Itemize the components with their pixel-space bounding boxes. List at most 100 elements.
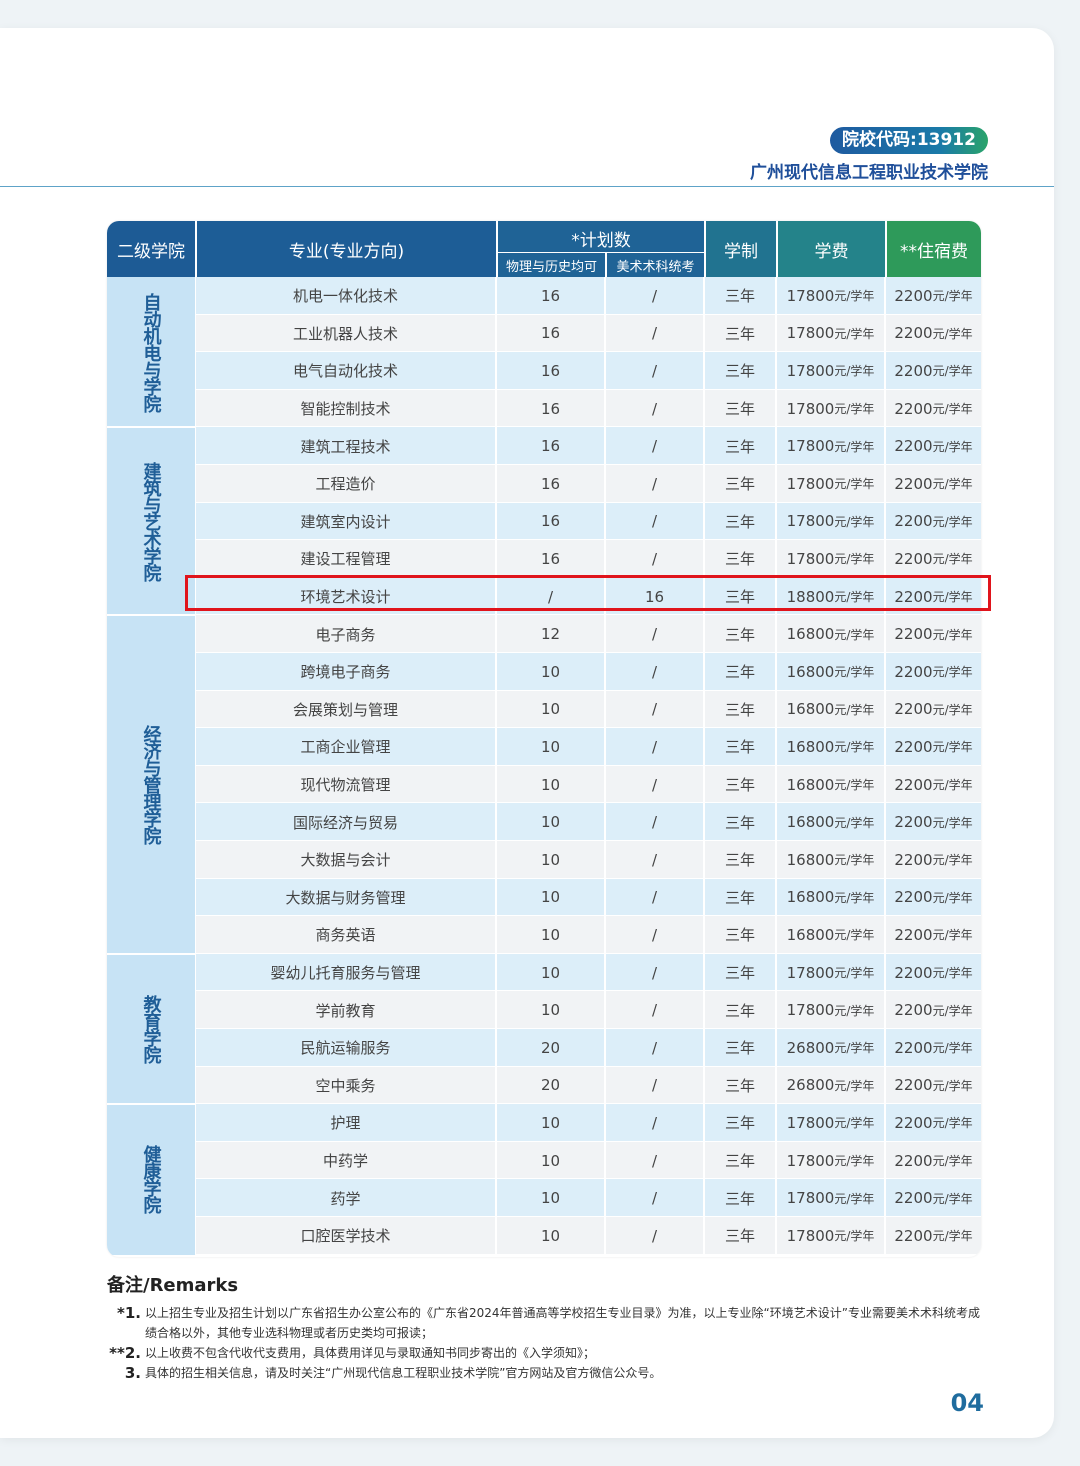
column-divider (495, 1066, 497, 1105)
cell-major: 工程造价 (315, 475, 376, 494)
column-divider (884, 427, 886, 465)
cell-plan-b: / (651, 1151, 658, 1170)
column-divider (703, 1029, 705, 1067)
column-divider (495, 1217, 497, 1255)
cell-duration: 三年 (724, 287, 755, 306)
column-divider (884, 277, 886, 315)
column-divider (703, 653, 705, 691)
column-divider (703, 1104, 705, 1142)
cell-plan-b: / (651, 1189, 658, 1208)
column-divider (703, 953, 705, 992)
cell-duration: 三年 (724, 1039, 755, 1058)
cell-tuition: 16800 元/学年 (786, 850, 875, 869)
table-row: 工程造价 16 / 三年 17800 元/学年 2200 元/学年 (196, 465, 981, 504)
column-divider (884, 314, 886, 353)
column-divider (884, 916, 886, 954)
cell-major: 机电一体化技术 (292, 287, 398, 306)
column-divider (604, 1217, 606, 1255)
cell-plan-a: 10 (540, 700, 561, 719)
cell-plan-a: 16 (540, 474, 561, 493)
column-divider (495, 540, 497, 578)
column-divider (703, 615, 705, 653)
column-divider (775, 615, 777, 653)
column-divider (884, 389, 886, 428)
cell-duration: 三年 (724, 851, 755, 870)
cell-dorm: 2200 元/学年 (894, 925, 973, 944)
column-divider (884, 841, 886, 879)
row-divider (196, 1253, 981, 1256)
remark-note: **2. 以上收费不包含代收代支费用，具体费用详见与录取通知书同步寄出的《入学须… (107, 1343, 987, 1363)
table-header: 二级学院 专业(专业方向) *计划数 物理与历史均可 美术术科统考 学制 学费 … (107, 221, 981, 277)
column-divider (604, 953, 606, 992)
cell-plan-a: 16 (540, 399, 561, 418)
cell-major: 工商企业管理 (300, 738, 391, 757)
cell-tuition: 17800 元/学年 (786, 963, 875, 982)
column-divider (703, 502, 705, 541)
cell-major: 国际经济与贸易 (292, 813, 398, 832)
column-divider (884, 540, 886, 578)
cell-dorm: 2200 元/学年 (894, 1151, 973, 1170)
cell-dorm: 2200 元/学年 (894, 324, 973, 343)
column-divider (775, 1104, 777, 1142)
column-divider (703, 765, 705, 804)
column-divider (495, 465, 497, 503)
cell-plan-a: 16 (540, 512, 561, 531)
cell-dorm: 2200 元/学年 (894, 549, 973, 568)
column-divider (703, 1141, 705, 1180)
column-divider (775, 277, 777, 315)
cell-tuition: 17800 元/学年 (786, 399, 875, 418)
cell-plan-b: / (651, 1038, 658, 1057)
cell-duration: 三年 (724, 625, 755, 644)
cell-dorm: 2200 元/学年 (894, 963, 973, 982)
cell-plan-a: 10 (540, 963, 561, 982)
cell-plan-a: 10 (540, 775, 561, 794)
cell-plan-a: 16 (540, 324, 561, 343)
column-divider (495, 1029, 497, 1067)
plan-header-split (605, 253, 607, 277)
cell-plan-a: 10 (540, 888, 561, 907)
column-divider (604, 502, 606, 541)
cell-duration: 三年 (724, 400, 755, 419)
table-row: 工商企业管理 10 / 三年 16800 元/学年 2200 元/学年 (196, 728, 981, 767)
cell-tuition: 16800 元/学年 (786, 737, 875, 756)
cell-plan-a: 10 (540, 737, 561, 756)
cell-plan-b: / (651, 625, 658, 644)
cell-dorm: 2200 元/学年 (894, 286, 973, 305)
cell-tuition: 17800 元/学年 (786, 1151, 875, 1170)
column-divider (884, 728, 886, 766)
column-divider (703, 1179, 705, 1217)
table-row: 电气自动化技术 16 / 三年 17800 元/学年 2200 元/学年 (196, 352, 981, 391)
cell-tuition: 16800 元/学年 (786, 775, 875, 794)
cell-tuition: 17800 元/学年 (786, 324, 875, 343)
table-row: 中药学 10 / 三年 17800 元/学年 2200 元/学年 (196, 1141, 981, 1181)
table-row: 学前教育 10 / 三年 17800 元/学年 2200 元/学年 (196, 991, 981, 1030)
cell-plan-a: 20 (540, 1076, 561, 1095)
cell-plan-b: / (651, 399, 658, 418)
cell-duration: 三年 (724, 550, 755, 569)
college-cell: 经济与管理学院 (107, 615, 195, 954)
column-divider (703, 690, 705, 729)
cell-tuition: 26800 元/学年 (786, 1038, 875, 1057)
column-divider (775, 352, 777, 390)
cell-plan-a: 16 (540, 286, 561, 305)
cell-duration: 三年 (724, 362, 755, 381)
column-divider (775, 465, 777, 503)
column-divider (884, 1141, 886, 1180)
cell-major: 工业机器人技术 (292, 324, 398, 343)
highlight-box (185, 575, 991, 611)
table-row: 口腔医学技术 10 / 三年 17800 元/学年 2200 元/学年 (196, 1217, 981, 1256)
column-divider (604, 615, 606, 653)
cell-plan-a: 10 (540, 850, 561, 869)
cell-tuition: 17800 元/学年 (786, 1226, 875, 1245)
column-divider (775, 803, 777, 841)
cell-dorm: 2200 元/学年 (894, 399, 973, 418)
column-divider (703, 803, 705, 841)
cell-plan-a: 10 (540, 1226, 561, 1245)
cell-plan-a: 10 (540, 1189, 561, 1208)
header-college: 二级学院 (107, 221, 195, 277)
column-divider (884, 991, 886, 1029)
cell-major: 民航运输服务 (300, 1039, 391, 1058)
cell-plan-b: / (651, 437, 658, 456)
cell-major: 大数据与会计 (300, 851, 391, 870)
cell-duration: 三年 (724, 738, 755, 757)
